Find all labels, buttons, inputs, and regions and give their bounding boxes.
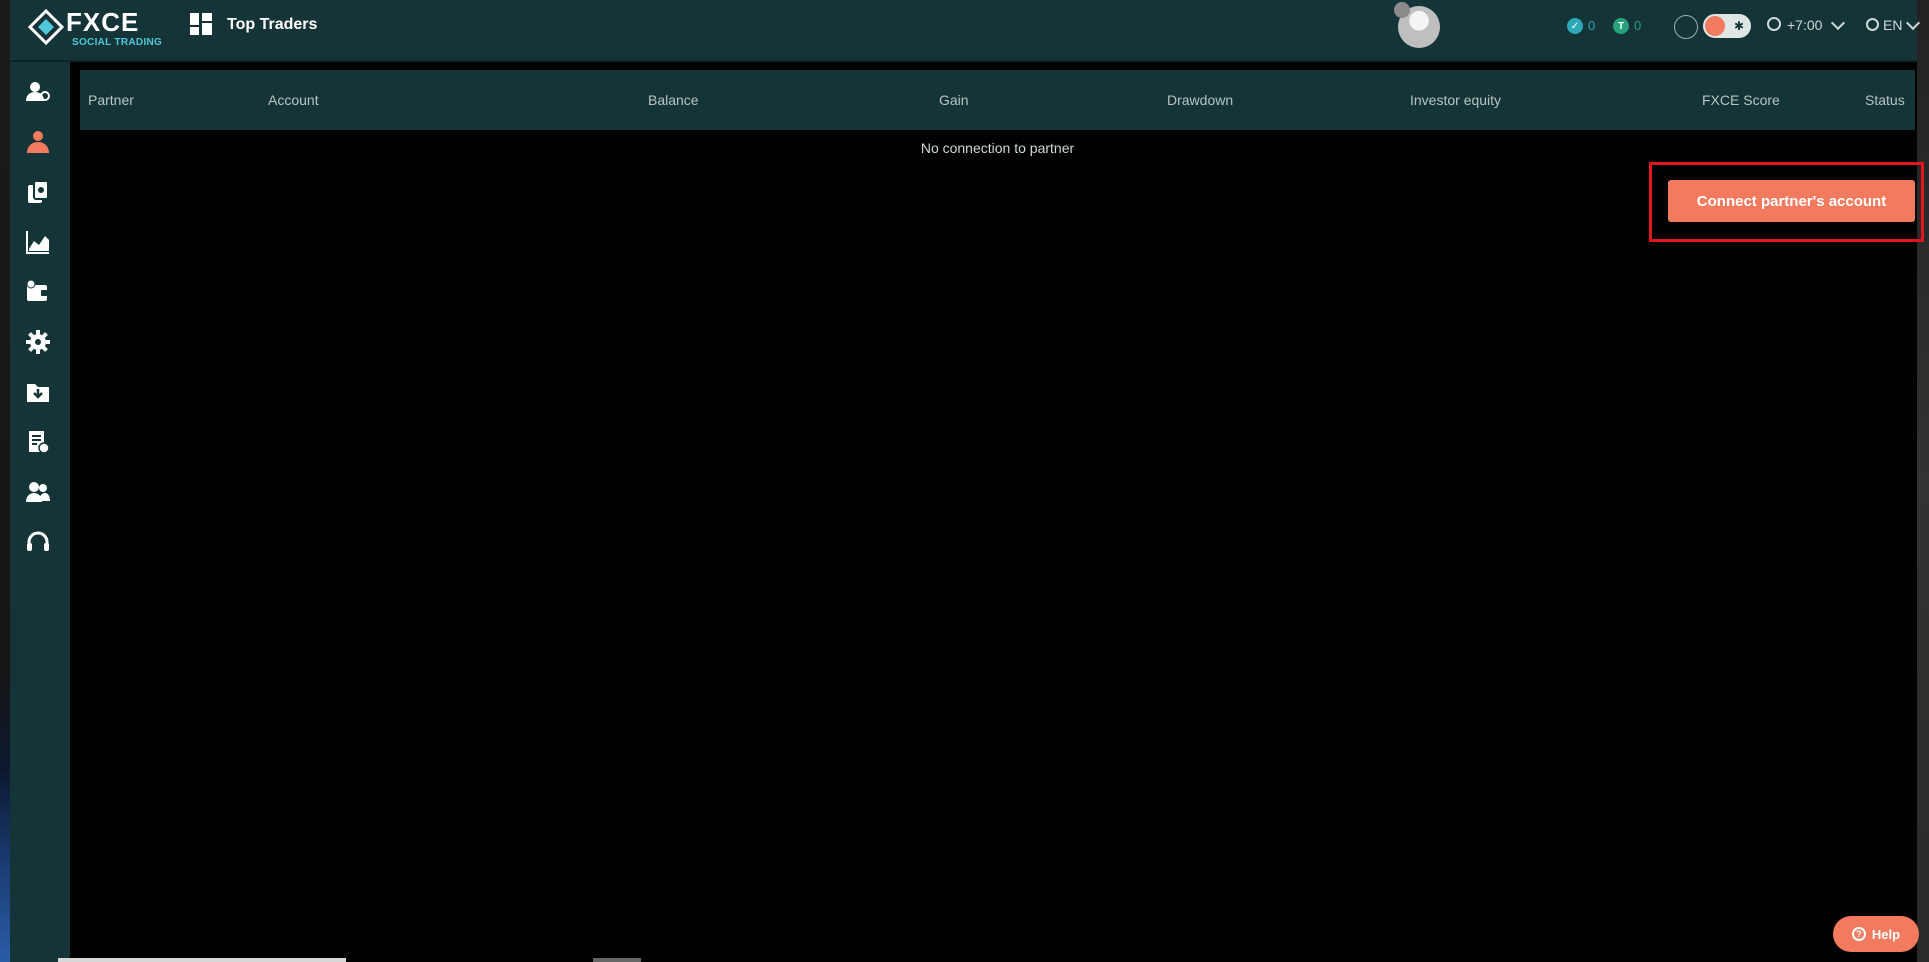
sidebar <box>10 62 70 962</box>
language-select[interactable]: EN <box>1883 17 1902 33</box>
column-header-partner[interactable]: Partner <box>88 92 134 108</box>
top-bar: FXCE SOCIAL TRADING Top Traders ✓ 0 T 0 … <box>10 0 1921 62</box>
column-header-investor-equity[interactable]: Investor equity <box>1410 92 1501 108</box>
copy-trade-icon <box>28 180 49 203</box>
tether-icon: T <box>1613 18 1629 34</box>
avatar-badge <box>1394 2 1410 18</box>
sidebar-item-wallet[interactable] <box>24 278 52 306</box>
coin-a-balance: 0 <box>1588 18 1596 33</box>
sidebar-item-settings[interactable] <box>24 328 52 356</box>
report-icon <box>29 431 50 454</box>
timezone-select[interactable]: +7:00 <box>1787 17 1822 33</box>
clock-icon <box>1767 17 1781 31</box>
empty-state-message: No connection to partner <box>920 140 1075 156</box>
chart-area-icon <box>26 231 49 254</box>
page-title: Top Traders <box>227 16 318 33</box>
sidebar-item-support[interactable] <box>24 528 52 556</box>
sidebar-item-community[interactable] <box>24 478 52 506</box>
logo-tagline: SOCIAL TRADING <box>72 37 163 48</box>
column-header-balance[interactable]: Balance <box>648 92 699 108</box>
group-icon <box>26 482 50 502</box>
globe-icon <box>1866 18 1879 31</box>
sun-icon: ✱ <box>1733 19 1745 33</box>
horizontal-scrollbar[interactable] <box>58 958 346 962</box>
column-header-drawdown[interactable]: Drawdown <box>1167 92 1233 108</box>
coin-b-balance: 0 <box>1634 18 1642 33</box>
column-header-account[interactable]: Account <box>268 92 319 108</box>
logo-mark-icon <box>28 9 64 45</box>
partner-icon <box>27 131 49 153</box>
logo-text: FXCE <box>66 7 140 37</box>
display-mode-icon[interactable] <box>1674 15 1698 39</box>
sidebar-item-users[interactable] <box>24 78 52 106</box>
help-label: Help <box>1871 926 1901 942</box>
chevron-down-icon[interactable] <box>1830 15 1846 31</box>
sidebar-item-copy-trade[interactable] <box>24 178 52 206</box>
sidebar-item-analytics[interactable] <box>24 228 52 256</box>
table-header: Partner Account Balance Gain Drawdown In… <box>80 70 1915 130</box>
column-header-gain[interactable]: Gain <box>939 92 969 108</box>
logo[interactable]: FXCE SOCIAL TRADING <box>28 5 162 51</box>
horizontal-scrollbar-thumb[interactable] <box>593 958 641 962</box>
sidebar-item-downloads[interactable] <box>24 378 52 406</box>
column-header-fxce-score[interactable]: FXCE Score <box>1702 92 1780 108</box>
scrollbar[interactable] <box>1917 0 1929 962</box>
theme-toggle[interactable]: ✱ <box>1703 14 1751 38</box>
headset-icon <box>27 531 49 551</box>
folder-download-icon <box>27 384 49 402</box>
moon-icon <box>1705 16 1725 36</box>
users-icon <box>26 82 50 101</box>
sidebar-item-reports[interactable] <box>24 428 52 456</box>
column-header-status[interactable]: Status <box>1865 92 1905 108</box>
gear-icon <box>26 330 50 354</box>
help-icon: ? <box>1851 927 1866 941</box>
wallet-icon <box>26 279 49 301</box>
help-button[interactable]: ? Help <box>1833 916 1919 952</box>
coin-a-icon: ✓ <box>1567 18 1583 34</box>
dashboard-icon[interactable] <box>190 13 212 35</box>
left-edge-strip <box>0 0 10 962</box>
connect-partner-account-button[interactable]: Connect partner's account <box>1668 180 1915 222</box>
sidebar-item-partner[interactable] <box>24 128 52 156</box>
